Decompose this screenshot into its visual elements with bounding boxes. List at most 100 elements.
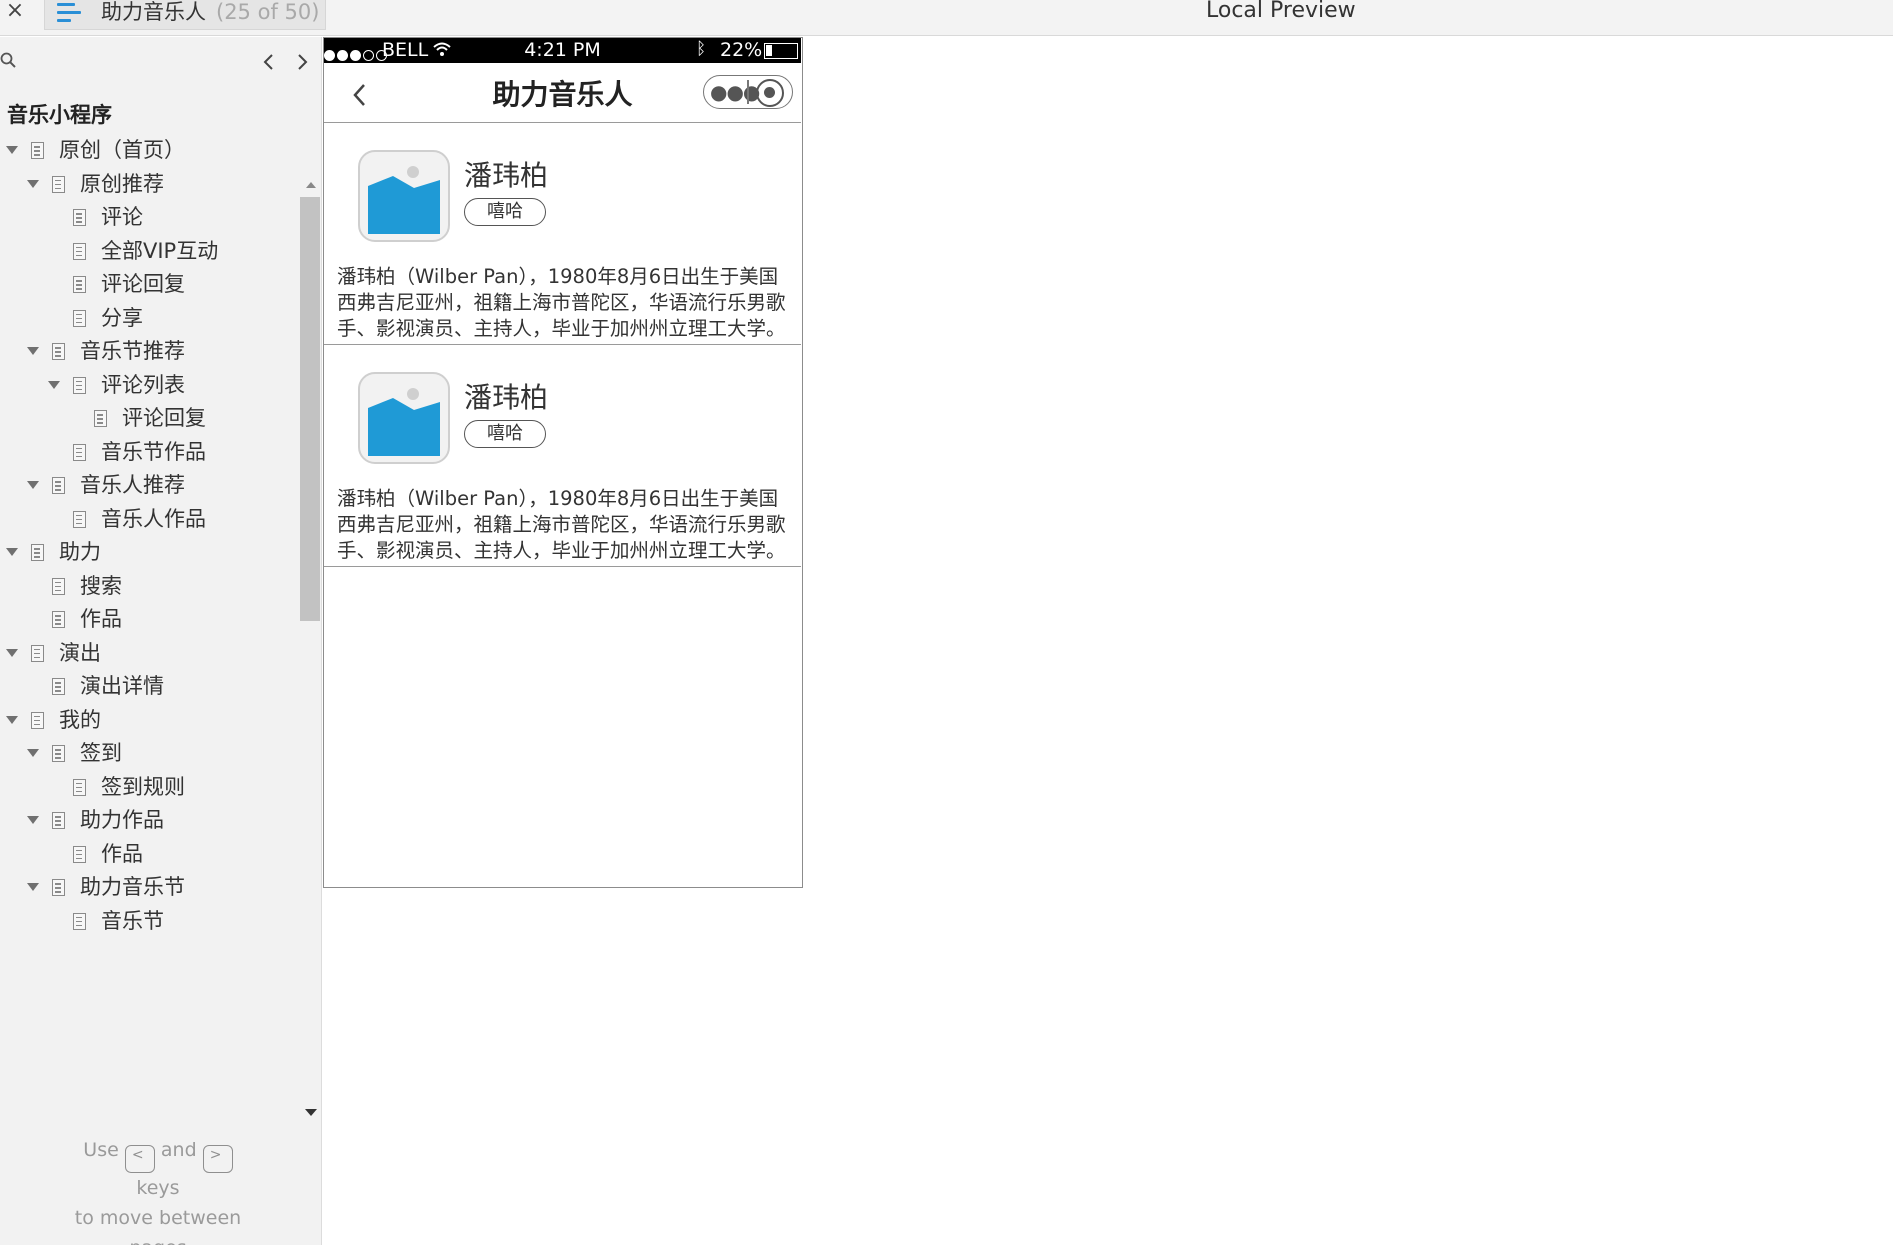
more-icon[interactable]: ●●●	[710, 81, 760, 103]
expand-caret-icon[interactable]	[27, 749, 39, 757]
scroll-up-arrow-icon[interactable]	[306, 182, 316, 188]
tree-item[interactable]: 音乐节	[0, 906, 298, 936]
tree-item[interactable]: 搜索	[0, 571, 298, 601]
tree-item[interactable]: 音乐人作品	[0, 504, 298, 534]
page-tab[interactable]: 助力音乐人 (25 of 50)	[44, 0, 326, 30]
page-icon	[73, 510, 86, 528]
top-bar: × 助力音乐人 (25 of 50) Local Preview	[0, 0, 1893, 36]
page-icon	[73, 309, 86, 327]
image-placeholder-icon	[358, 372, 450, 464]
tree-item[interactable]: 助力作品	[0, 805, 298, 835]
expand-caret-icon[interactable]	[27, 179, 39, 188]
sidebar: 音乐小程序 原创（首页） 原创推荐 评论 全部VIP互动 评论回复 分享 音乐节推荐 评论列表…	[0, 37, 322, 1245]
tree-item[interactable]: 分享	[0, 303, 298, 333]
page-icon	[31, 544, 44, 561]
tree-item-label: 评论列表	[101, 372, 185, 397]
page-count: (25 of 50)	[216, 0, 320, 24]
tree-item-label: 搜索	[80, 573, 122, 598]
expand-caret-icon[interactable]	[6, 146, 18, 154]
page-tab-name: 助力音乐人	[101, 0, 206, 24]
tree-item[interactable]: 签到	[0, 738, 298, 768]
tree-item-label: 作品	[101, 841, 143, 866]
page-icon	[31, 142, 44, 159]
tree-item-label: 音乐人作品	[101, 506, 206, 531]
search-icon[interactable]	[0, 52, 18, 70]
tree-item[interactable]: 演出	[0, 638, 298, 668]
tree-item[interactable]: 原创（首页）	[0, 135, 298, 165]
tree-item[interactable]: 音乐节推荐	[0, 336, 298, 366]
musician-card[interactable]: 潘玮柏 嘻哈 潘玮柏（Wilber Pan），1980年8月6日出生于美国西弗吉尼亚…	[324, 124, 801, 345]
musician-description: 潘玮柏（Wilber Pan），1980年8月6日出生于美国西弗吉尼亚州，祖籍上…	[337, 487, 786, 562]
tree-item-label: 音乐节	[101, 908, 164, 933]
expand-caret-icon[interactable]	[27, 347, 39, 355]
tree-item-label: 原创（首页）	[59, 138, 185, 162]
tree-item-label: 我的	[59, 707, 101, 732]
tree-item[interactable]: 评论列表	[0, 370, 298, 400]
expand-caret-icon[interactable]	[6, 648, 18, 657]
expand-caret-icon[interactable]	[27, 883, 39, 891]
tree-item-label: 助力	[59, 540, 101, 564]
genre-tag[interactable]: 嘻哈	[464, 420, 546, 448]
previous-page-icon[interactable]	[259, 50, 279, 74]
phone-preview: BELL 4:21 PM ᛒ 22% 助力音乐人 ●●● 潘玮柏 嘻哈 潘玮柏（Wi…	[323, 37, 803, 888]
tree-item-label: 评论	[101, 205, 143, 229]
tree-item[interactable]: 演出详情	[0, 671, 298, 701]
musician-card[interactable]: 潘玮柏 嘻哈 潘玮柏（Wilber Pan），1980年8月6日出生于美国西弗吉尼亚…	[324, 346, 801, 567]
tree-item[interactable]: 音乐节作品	[0, 437, 298, 467]
page-icon	[52, 343, 65, 360]
right-key-icon: >	[202, 1145, 233, 1173]
tree-item[interactable]: 原创推荐	[0, 169, 298, 199]
expand-caret-icon[interactable]	[6, 715, 18, 724]
close-icon[interactable]: ×	[4, 0, 26, 24]
genre-tag[interactable]: 嘻哈	[464, 198, 546, 226]
page-icon	[73, 443, 86, 461]
next-page-icon[interactable]	[292, 50, 312, 74]
page-icon	[73, 912, 86, 930]
expand-caret-icon[interactable]	[27, 481, 39, 489]
tree-item[interactable]: 评论回复	[0, 403, 298, 433]
tree-item[interactable]: 作品	[0, 839, 298, 869]
page-icon	[31, 711, 44, 729]
page-icon	[52, 812, 65, 829]
tree-item[interactable]: 全部VIP互动	[0, 236, 298, 266]
tree-item-label: 音乐节推荐	[80, 339, 185, 363]
tree-item-label: 全部VIP互动	[101, 238, 219, 263]
hint-line-2: to move between	[74, 1207, 242, 1229]
tree-item[interactable]: 评论回复	[0, 269, 298, 299]
page-icon	[73, 276, 86, 293]
scrollbar-thumb[interactable]	[300, 197, 320, 621]
tree-item[interactable]: 签到规则	[0, 772, 298, 802]
page-icon	[73, 778, 86, 796]
tree-item-label: 原创推荐	[80, 171, 164, 196]
keyboard-hint: Use < and > keys to move between pages	[0, 1135, 316, 1245]
hint-keys: keys	[136, 1177, 180, 1199]
tree-item[interactable]: 作品	[0, 604, 298, 634]
page-icon	[52, 175, 65, 193]
status-bar: BELL 4:21 PM ᛒ 22%	[324, 38, 801, 63]
scroll-down-arrow-icon[interactable]	[305, 1109, 317, 1116]
expand-caret-icon[interactable]	[48, 380, 60, 389]
tree-item-label: 评论回复	[101, 272, 185, 296]
expand-caret-icon[interactable]	[6, 548, 18, 556]
close-mini-program-icon[interactable]	[756, 79, 784, 107]
tree-item[interactable]: 助力	[0, 537, 298, 567]
tree-item[interactable]: 助力音乐节	[0, 872, 298, 902]
expand-caret-icon[interactable]	[27, 816, 39, 824]
tree-item-label: 演出	[59, 640, 101, 665]
menu-icon[interactable]	[57, 3, 81, 23]
page-icon	[52, 745, 65, 762]
hint-and: and	[160, 1139, 197, 1161]
tree-item[interactable]: 我的	[0, 705, 298, 735]
tree-item-label: 音乐节作品	[101, 439, 206, 464]
tree-item-label: 助力音乐节	[80, 875, 185, 899]
page-icon	[73, 242, 86, 260]
battery-icon	[764, 43, 798, 59]
tree-item-label: 演出详情	[80, 674, 164, 698]
page-icon	[73, 376, 86, 394]
tree-item-label: 助力作品	[80, 808, 164, 832]
tree-item[interactable]: 评论	[0, 202, 298, 232]
tree-item[interactable]: 音乐人推荐	[0, 470, 298, 500]
tree-item-label: 音乐人推荐	[80, 473, 185, 497]
page-icon	[94, 410, 107, 427]
tree-item-label: 作品	[80, 607, 122, 631]
